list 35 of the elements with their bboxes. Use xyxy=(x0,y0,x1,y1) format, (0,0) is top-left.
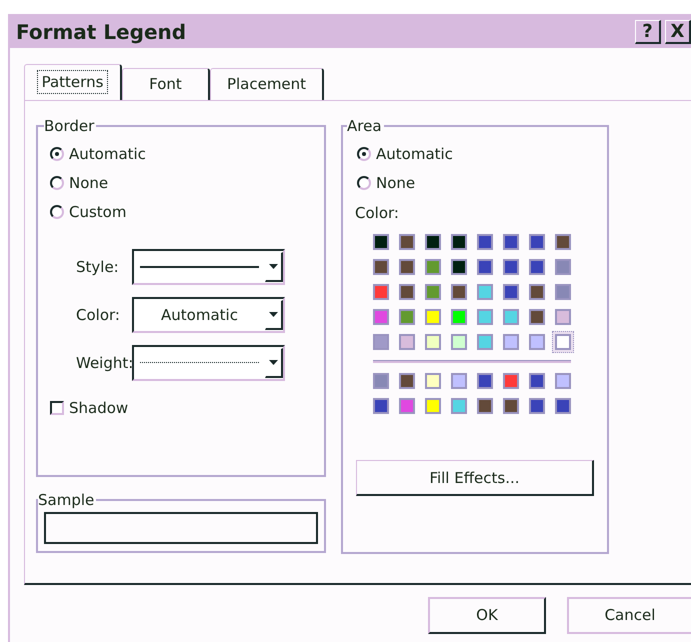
radio-button[interactable] xyxy=(357,147,371,162)
fill-effects-button[interactable]: Fill Effects... xyxy=(356,460,594,496)
radio-button[interactable] xyxy=(50,205,64,220)
group-label: Border xyxy=(44,117,96,136)
dropdown[interactable] xyxy=(132,248,285,285)
close-button[interactable]: X xyxy=(665,20,691,44)
checkbox[interactable] xyxy=(50,401,64,415)
tab[interactable]: Font xyxy=(122,68,210,100)
tab[interactable]: Placement xyxy=(210,68,324,100)
group-label: Area xyxy=(347,117,383,136)
field-label: Weight: xyxy=(75,352,132,374)
dropdown[interactable]: Automatic xyxy=(132,296,285,333)
cancel-button[interactable]: Cancel xyxy=(567,597,691,634)
window-title: Format Legend xyxy=(16,19,188,46)
checkbox-label: Shadow xyxy=(69,398,128,419)
radio-label: Automatic xyxy=(376,144,453,165)
dropdown-arrow-icon xyxy=(269,312,278,317)
radio-label: None xyxy=(376,173,416,194)
radio-label: Custom xyxy=(69,202,126,223)
radio-button[interactable] xyxy=(50,176,64,190)
radio-button[interactable] xyxy=(50,147,64,162)
field-label: Color: xyxy=(75,304,121,326)
dropdown[interactable] xyxy=(132,344,285,381)
ok-button[interactable]: OK xyxy=(428,597,546,634)
field-label: Style: xyxy=(75,256,120,278)
radio-button[interactable] xyxy=(357,176,371,190)
group-label: Sample xyxy=(38,491,96,510)
tab[interactable]: Patterns xyxy=(24,64,122,100)
color-label: Color: xyxy=(354,202,400,224)
color-swatch[interactable] xyxy=(552,331,574,354)
radio-label: None xyxy=(69,173,108,194)
radio-label: Automatic xyxy=(69,144,146,165)
dropdown-arrow-icon xyxy=(269,360,278,365)
help-button[interactable]: ? xyxy=(635,20,661,44)
dropdown-arrow-icon xyxy=(269,264,278,269)
